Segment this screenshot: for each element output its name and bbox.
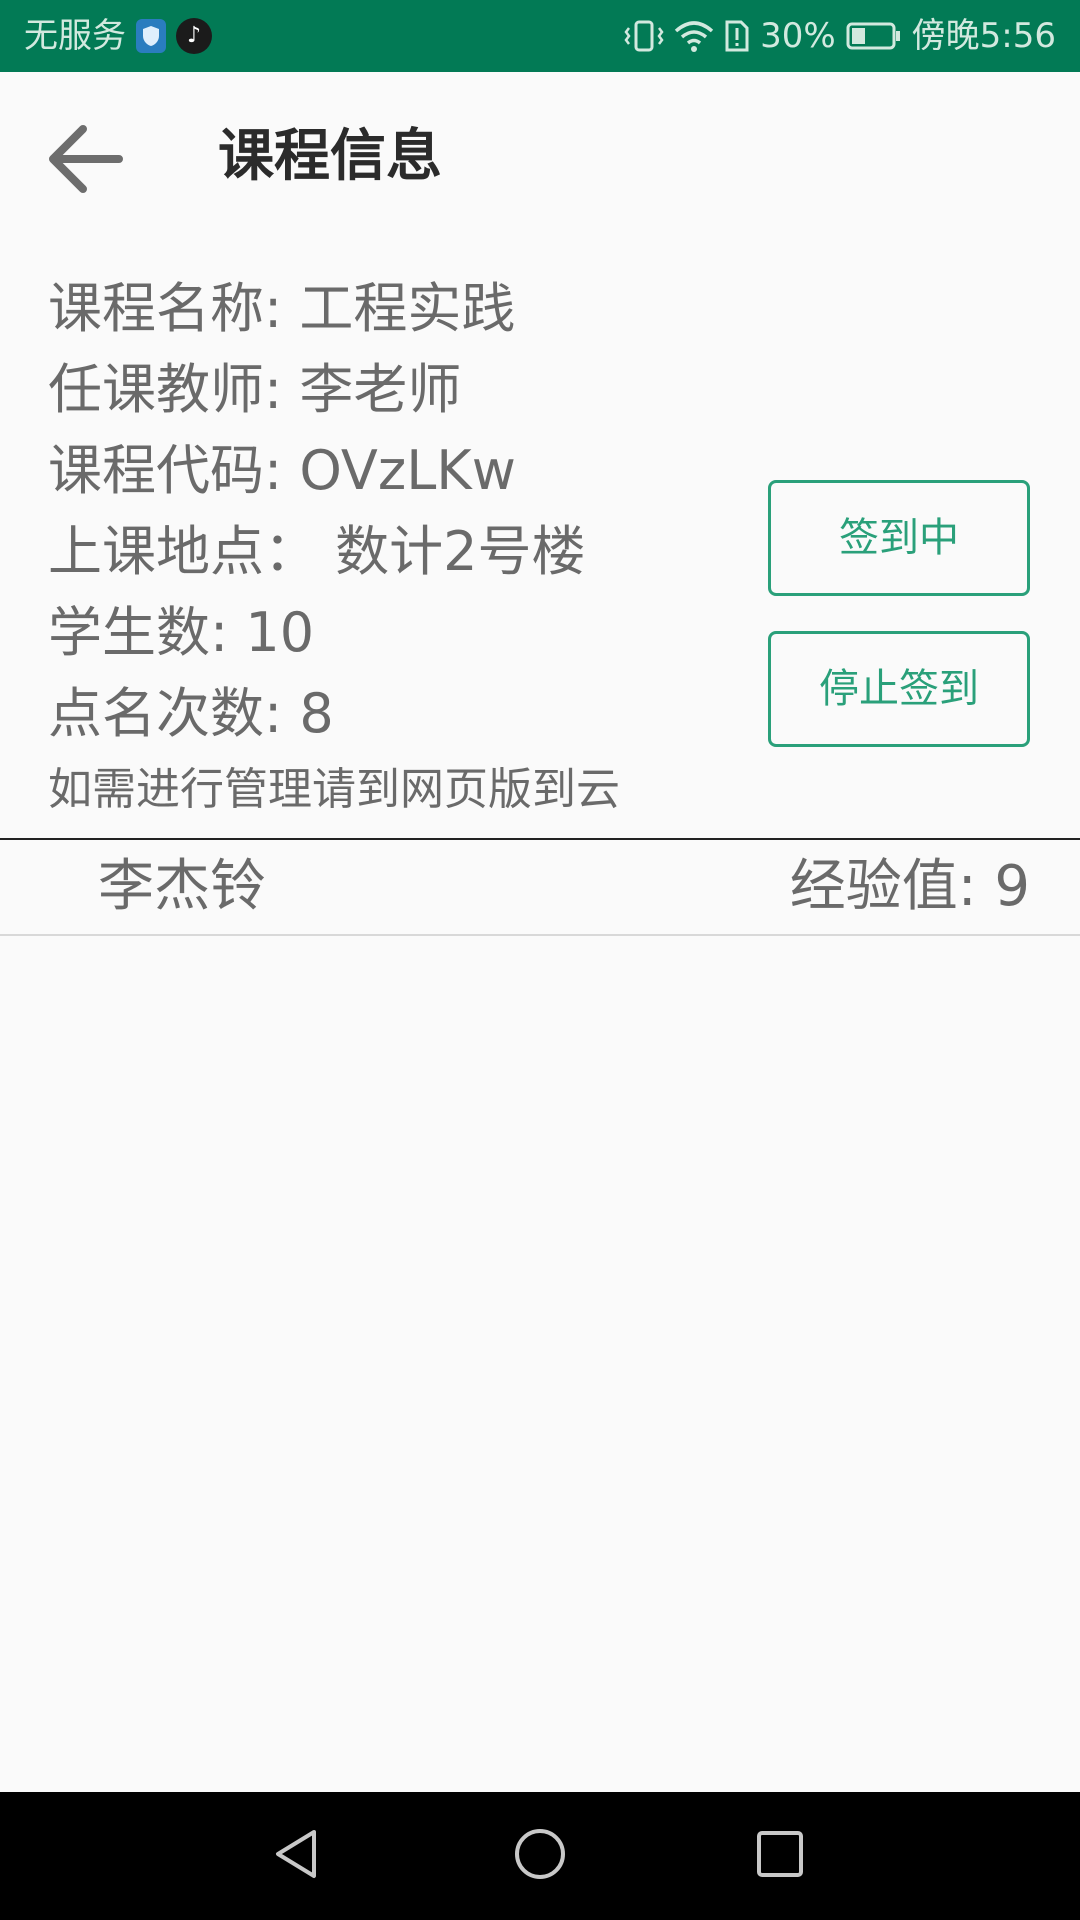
nav-recents-button[interactable] <box>740 1816 820 1896</box>
course-code: 课程代码: OVzLKw <box>48 439 516 502</box>
alert-icon <box>724 18 750 54</box>
tiktok-icon: ♪ <box>176 18 212 54</box>
status-left: 无服务 ♪ <box>24 0 212 72</box>
wifi-icon <box>674 19 714 53</box>
vibrate-icon <box>624 18 664 54</box>
student-count: 学生数: 10 <box>48 601 315 664</box>
arrow-back-icon <box>47 121 123 201</box>
battery-percent: 30% <box>760 16 836 56</box>
battery-icon <box>846 21 902 51</box>
course-location: 上课地点： 数计2号楼 <box>48 520 586 583</box>
student-name: 李杰铃 <box>98 854 266 919</box>
stop-signing-button[interactable]: 停止签到 <box>768 631 1030 747</box>
status-right: 30% 傍晚5:56 <box>624 0 1056 72</box>
list-divider <box>0 934 1080 936</box>
signing-button[interactable]: 签到中 <box>768 480 1030 596</box>
nav-back-button[interactable] <box>258 1816 338 1896</box>
course-info: 课程名称: 工程实践 任课教师: 李老师 课程代码: OVzLKw 上课地点： … <box>48 268 620 822</box>
nav-home-button[interactable] <box>500 1816 580 1896</box>
square-recents-icon <box>752 1826 808 1886</box>
navigation-bar <box>0 1792 1080 1920</box>
course-teacher: 任课教师: 李老师 <box>48 358 462 421</box>
circle-home-icon <box>512 1826 568 1886</box>
clock-text: 傍晚5:56 <box>911 16 1056 56</box>
student-exp: 经验值: 9 <box>789 854 1030 919</box>
rollcall-count: 点名次数: 8 <box>48 682 334 745</box>
management-note: 如需进行管理请到网页版到云 <box>48 764 620 815</box>
course-name: 课程名称: 工程实践 <box>48 277 516 340</box>
triangle-back-icon <box>270 1826 326 1886</box>
status-bar: 无服务 ♪ 30% 傍晚5:56 <box>0 0 1080 72</box>
back-button[interactable] <box>40 116 130 206</box>
app-toolbar: 课程信息 <box>0 72 1080 242</box>
carrier-text: 无服务 <box>24 16 126 56</box>
shield-icon <box>136 19 166 53</box>
list-item[interactable]: 李杰铃 经验值: 9 <box>0 840 1080 934</box>
page-title: 课程信息 <box>218 124 442 189</box>
